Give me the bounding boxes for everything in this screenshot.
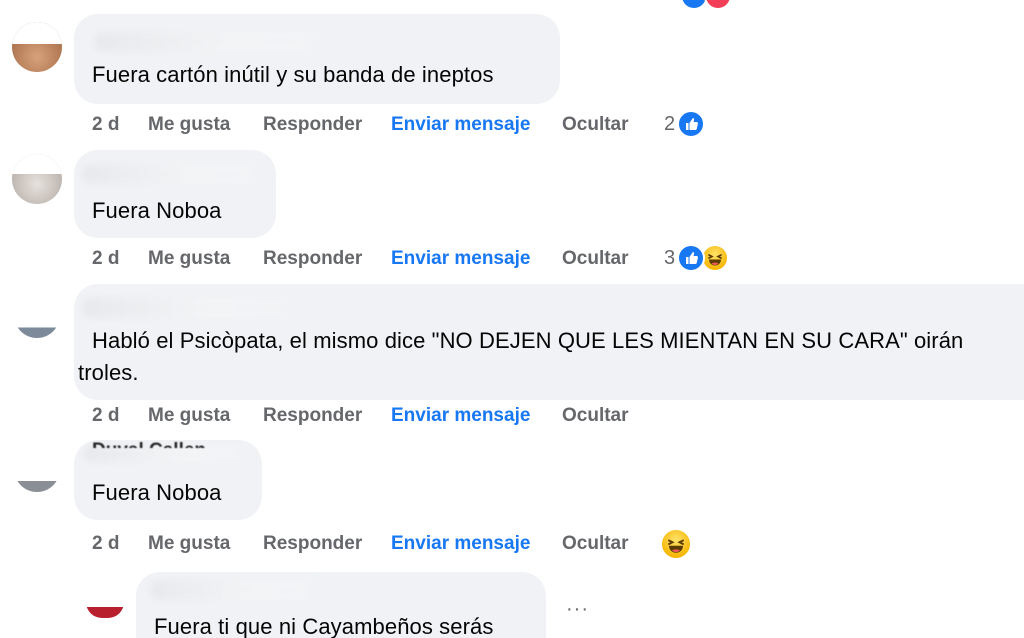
- reply-button[interactable]: Responder: [263, 533, 362, 555]
- reaction-count: 3: [664, 246, 676, 269]
- comment-text: Fuera Noboa: [92, 198, 222, 223]
- hide-button[interactable]: Ocultar: [562, 114, 629, 136]
- comment-time[interactable]: 2 d: [92, 533, 119, 555]
- haha-icon: [660, 528, 692, 560]
- more-options-button[interactable]: ···: [566, 598, 589, 621]
- haha-icon: [701, 244, 730, 272]
- top-reactions-partial: [680, 0, 740, 10]
- like-icon: [677, 110, 706, 138]
- comment-text: Fuera cartón inútil y su banda de inepto…: [92, 62, 494, 87]
- comment-text-line-1: Habló el Psicòpata, el mismo dice "NO DE…: [92, 328, 964, 353]
- hide-button[interactable]: Ocultar: [562, 405, 629, 427]
- love-icon: [704, 0, 732, 10]
- like-icon: [680, 0, 708, 10]
- comment-bubble: Fuera Noboa: [74, 150, 276, 238]
- send-message-button[interactable]: Enviar mensaje: [391, 405, 530, 427]
- like-button[interactable]: Me gusta: [148, 114, 230, 136]
- reaction-summary[interactable]: [660, 528, 692, 560]
- comment-time[interactable]: 2 d: [92, 114, 119, 136]
- send-message-button[interactable]: Enviar mensaje: [391, 248, 530, 270]
- author-name-partial[interactable]: Duval Callen: [92, 434, 206, 448]
- reply-text: Fuera ti que ni Cayambeños serás: [154, 614, 494, 638]
- hide-button[interactable]: Ocultar: [562, 248, 629, 270]
- reaction-summary[interactable]: 2: [664, 110, 706, 138]
- like-button[interactable]: Me gusta: [148, 248, 230, 270]
- author-name-redacted[interactable]: [82, 164, 272, 184]
- reaction-summary[interactable]: 3: [664, 244, 730, 272]
- comments-feed: Fuera cartón inútil y su banda de inepto…: [0, 0, 1024, 638]
- author-name-redacted[interactable]: [82, 298, 302, 318]
- author-name-redacted[interactable]: [150, 580, 326, 600]
- reaction-count: 2: [664, 112, 676, 135]
- comment-time[interactable]: 2 d: [92, 248, 119, 270]
- comment-text: Fuera Noboa: [92, 480, 222, 505]
- reply-bubble: Fuera ti que ni Cayambeños serás: [136, 572, 546, 638]
- reply-button[interactable]: Responder: [263, 405, 362, 427]
- avatar[interactable]: [14, 468, 60, 492]
- avatar[interactable]: [12, 154, 62, 204]
- avatar[interactable]: [14, 312, 60, 338]
- author-name-redacted: [84, 446, 254, 462]
- comment-text-line-2: troles.: [78, 360, 139, 385]
- reply-button[interactable]: Responder: [263, 114, 362, 136]
- author-name-redacted[interactable]: [94, 32, 334, 52]
- comment-bubble: Fuera cartón inútil y su banda de inepto…: [74, 14, 560, 104]
- like-button[interactable]: Me gusta: [148, 405, 230, 427]
- reply-button[interactable]: Responder: [263, 248, 362, 270]
- avatar[interactable]: [12, 22, 62, 72]
- comment-bubble: Habló el Psicòpata, el mismo dice "NO DE…: [74, 284, 1024, 400]
- avatar[interactable]: [86, 602, 124, 618]
- send-message-button[interactable]: Enviar mensaje: [391, 533, 530, 555]
- send-message-button[interactable]: Enviar mensaje: [391, 114, 530, 136]
- hide-button[interactable]: Ocultar: [562, 533, 629, 555]
- like-icon: [677, 244, 706, 272]
- like-button[interactable]: Me gusta: [148, 533, 230, 555]
- comment-time[interactable]: 2 d: [92, 405, 119, 427]
- comment-bubble: Duval Callen Fuera Noboa: [74, 440, 262, 520]
